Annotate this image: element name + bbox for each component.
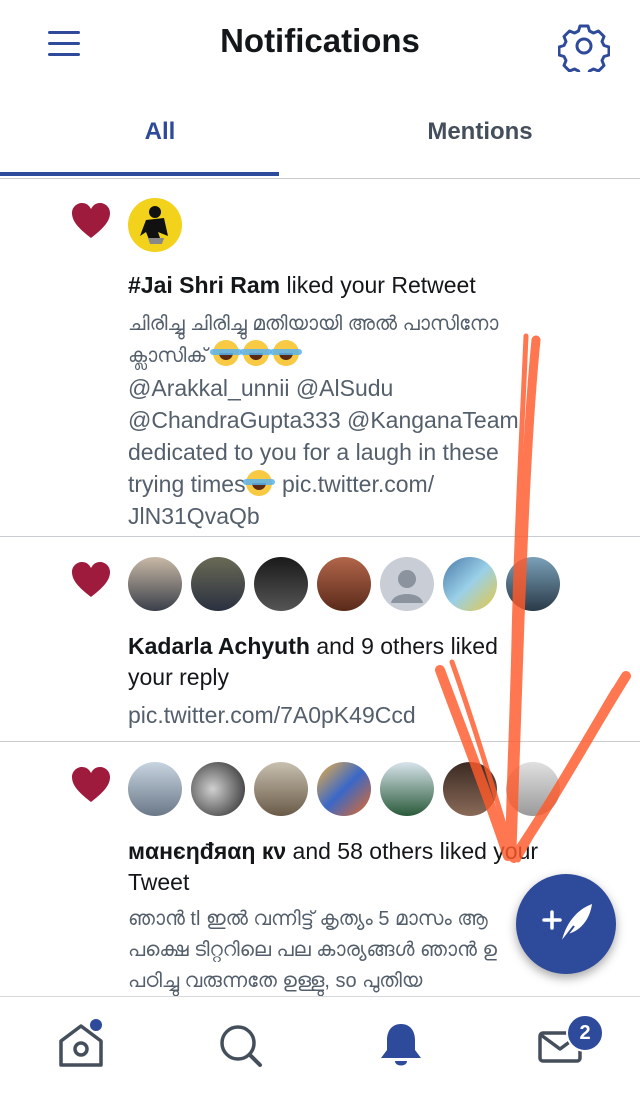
tweet-link[interactable]: pic.twitter.com/ — [282, 471, 434, 497]
notification-action: and 58 others liked your — [292, 838, 539, 864]
active-tab-indicator — [0, 172, 279, 176]
tab-mentions[interactable]: Mentions — [320, 92, 640, 177]
avatar[interactable] — [128, 557, 182, 611]
notification-item[interactable]: Kadarla Achyuth and 9 others liked your … — [0, 537, 640, 742]
actor-name[interactable]: #Jai Shri Ram — [128, 272, 280, 298]
heart-icon — [72, 203, 110, 238]
laughing-emoji-icon — [242, 470, 275, 496]
tweet-line: dedicated to you for a laugh in these — [128, 439, 499, 465]
notification-item[interactable]: #Jai Shri Ram liked your Retweet ചിരിച്ച… — [0, 178, 640, 537]
avatar[interactable] — [443, 557, 497, 611]
tweet-line-text: ക്ലാസിക് — [128, 345, 208, 367]
default-profile-icon — [391, 570, 423, 603]
tweet-line-text: trying times — [128, 471, 246, 497]
messages-badge: 2 — [566, 1014, 604, 1052]
notification-action: Tweet — [128, 869, 190, 895]
compose-tweet-icon — [542, 904, 592, 945]
avatar[interactable] — [506, 762, 560, 816]
tweet-link[interactable]: pic.twitter.com/7A0pK49Ccd — [128, 699, 598, 731]
tweet-line: ചിരിച്ചു ചിരിച്ചു മതിയായി അൽ പാസിനോ — [128, 313, 499, 335]
laughing-emoji-icon — [239, 340, 272, 366]
notification-action: liked your Retweet — [286, 272, 476, 298]
tweet-preview: ചിരിച്ചു ചിരിച്ചു മതിയായി അൽ പാസിനോ ക്ലാ… — [128, 308, 598, 532]
laughing-emoji-icon — [269, 340, 302, 366]
compose-tweet-button[interactable] — [516, 874, 616, 974]
avatar-group — [128, 557, 568, 613]
heart-icon — [72, 767, 110, 802]
avatar[interactable] — [254, 762, 308, 816]
bell-icon[interactable] — [376, 1019, 426, 1071]
gear-icon[interactable] — [557, 20, 611, 78]
notification-action: and 9 others liked — [316, 633, 498, 659]
actor-name[interactable]: Kadarla Achyuth — [128, 633, 310, 659]
avatar[interactable] — [317, 557, 371, 611]
tweet-line: trying times pic.twitter.com/ — [128, 468, 598, 500]
page-title: Notifications — [220, 22, 420, 59]
avatar[interactable] — [191, 762, 245, 816]
avatar[interactable] — [254, 557, 308, 611]
avatar[interactable] — [443, 762, 497, 816]
search-icon[interactable] — [216, 1019, 266, 1071]
avatar[interactable] — [380, 557, 434, 611]
heart-icon — [72, 562, 110, 597]
notification-text: #Jai Shri Ram liked your Retweet — [128, 270, 618, 301]
bottom-navigation — [0, 996, 640, 1097]
top-bar: Notifications — [0, 0, 640, 90]
avatar[interactable] — [128, 198, 182, 252]
tweet-link[interactable]: JlN31QvaQb — [128, 500, 598, 532]
notification-action: your reply — [128, 664, 229, 690]
notification-text: Kadarla Achyuth and 9 others liked your … — [128, 631, 618, 693]
tab-all[interactable]: All — [0, 92, 320, 177]
tweet-line: @Arakkal_unnii @AlSudu — [128, 375, 394, 401]
tweet-line: ക്ലാസിക് — [128, 340, 598, 372]
avatar[interactable] — [380, 762, 434, 816]
avatar[interactable] — [317, 762, 371, 816]
home-unread-dot — [90, 1019, 102, 1031]
avatar[interactable] — [128, 762, 182, 816]
avatar-group — [128, 762, 568, 818]
tab-bar: All Mentions — [0, 92, 640, 179]
tweet-line: @ChandraGupta333 @KanganaTeam — [128, 407, 519, 433]
avatar[interactable] — [506, 557, 560, 611]
laughing-emoji-icon — [209, 340, 242, 366]
actor-name[interactable]: мαнєηđяαη кν — [128, 838, 286, 864]
avatar[interactable] — [191, 557, 245, 611]
